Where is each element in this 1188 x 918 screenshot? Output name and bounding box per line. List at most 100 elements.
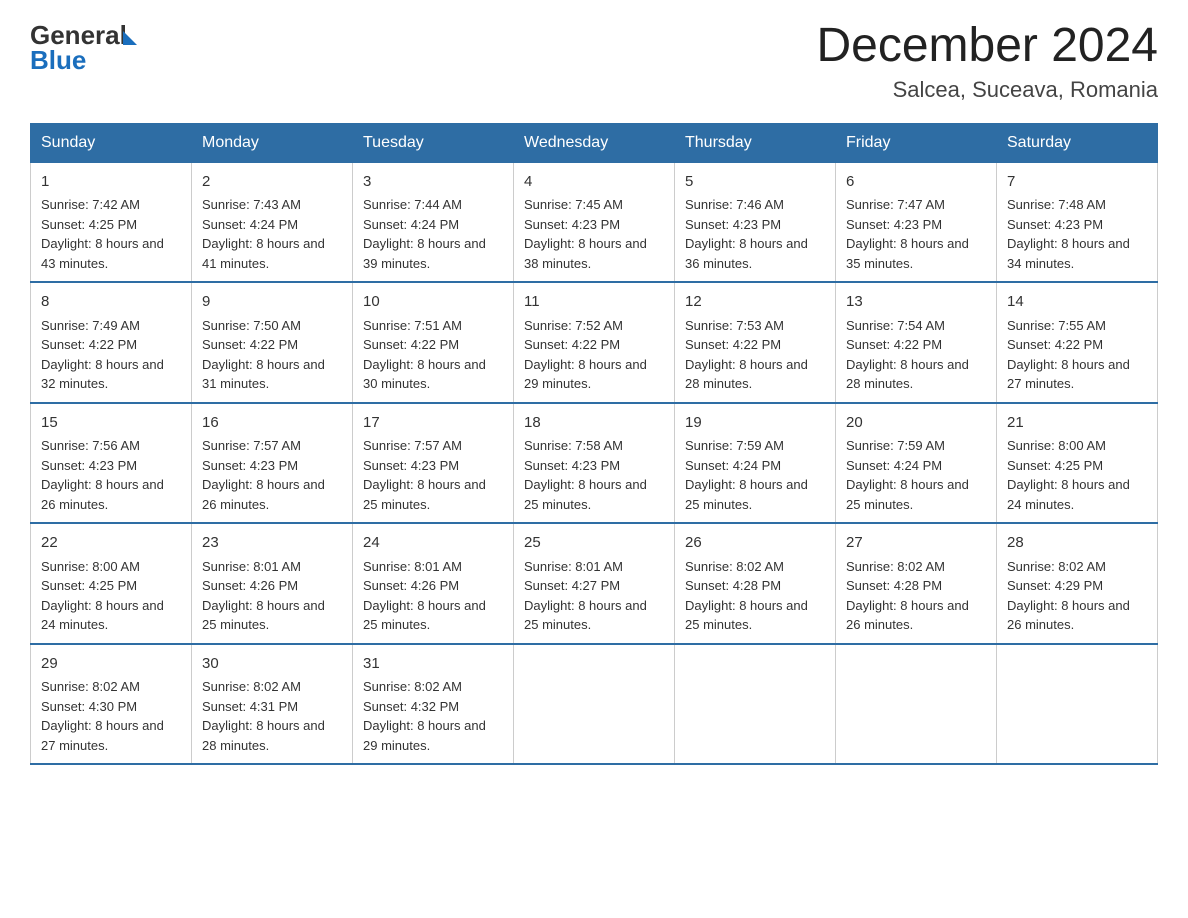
day-info: Sunrise: 7:50 AMSunset: 4:22 PMDaylight:…	[202, 316, 342, 394]
day-info: Sunrise: 7:49 AMSunset: 4:22 PMDaylight:…	[41, 316, 181, 394]
logo: General Blue	[30, 20, 137, 76]
day-cell: 18 Sunrise: 7:58 AMSunset: 4:23 PMDaylig…	[514, 403, 675, 524]
day-number: 21	[1007, 412, 1147, 435]
day-cell: 3 Sunrise: 7:44 AMSunset: 4:24 PMDayligh…	[353, 162, 514, 282]
day-cell: 10 Sunrise: 7:51 AMSunset: 4:22 PMDaylig…	[353, 282, 514, 403]
day-info: Sunrise: 7:59 AMSunset: 4:24 PMDaylight:…	[846, 436, 986, 514]
day-info: Sunrise: 8:01 AMSunset: 4:27 PMDaylight:…	[524, 557, 664, 635]
day-cell: 20 Sunrise: 7:59 AMSunset: 4:24 PMDaylig…	[836, 403, 997, 524]
day-info: Sunrise: 7:48 AMSunset: 4:23 PMDaylight:…	[1007, 195, 1147, 273]
day-cell: 1 Sunrise: 7:42 AMSunset: 4:25 PMDayligh…	[31, 162, 192, 282]
calendar-body: 1 Sunrise: 7:42 AMSunset: 4:25 PMDayligh…	[31, 162, 1158, 764]
day-cell: 2 Sunrise: 7:43 AMSunset: 4:24 PMDayligh…	[192, 162, 353, 282]
day-number: 30	[202, 653, 342, 676]
day-cell: 6 Sunrise: 7:47 AMSunset: 4:23 PMDayligh…	[836, 162, 997, 282]
day-info: Sunrise: 7:58 AMSunset: 4:23 PMDaylight:…	[524, 436, 664, 514]
page-header: General Blue December 2024 Salcea, Sucea…	[30, 20, 1158, 103]
column-header-thursday: Thursday	[675, 123, 836, 162]
day-number: 6	[846, 171, 986, 194]
day-info: Sunrise: 7:47 AMSunset: 4:23 PMDaylight:…	[846, 195, 986, 273]
day-info: Sunrise: 7:43 AMSunset: 4:24 PMDaylight:…	[202, 195, 342, 273]
day-number: 25	[524, 532, 664, 555]
day-cell: 12 Sunrise: 7:53 AMSunset: 4:22 PMDaylig…	[675, 282, 836, 403]
day-info: Sunrise: 7:55 AMSunset: 4:22 PMDaylight:…	[1007, 316, 1147, 394]
week-row-4: 22 Sunrise: 8:00 AMSunset: 4:25 PMDaylig…	[31, 523, 1158, 644]
day-cell: 14 Sunrise: 7:55 AMSunset: 4:22 PMDaylig…	[997, 282, 1158, 403]
column-header-wednesday: Wednesday	[514, 123, 675, 162]
day-cell	[514, 644, 675, 765]
day-info: Sunrise: 7:51 AMSunset: 4:22 PMDaylight:…	[363, 316, 503, 394]
day-cell: 22 Sunrise: 8:00 AMSunset: 4:25 PMDaylig…	[31, 523, 192, 644]
day-info: Sunrise: 7:57 AMSunset: 4:23 PMDaylight:…	[202, 436, 342, 514]
day-info: Sunrise: 8:00 AMSunset: 4:25 PMDaylight:…	[1007, 436, 1147, 514]
day-number: 4	[524, 171, 664, 194]
day-number: 10	[363, 291, 503, 314]
day-info: Sunrise: 8:02 AMSunset: 4:31 PMDaylight:…	[202, 677, 342, 755]
day-number: 15	[41, 412, 181, 435]
day-cell: 27 Sunrise: 8:02 AMSunset: 4:28 PMDaylig…	[836, 523, 997, 644]
day-cell: 5 Sunrise: 7:46 AMSunset: 4:23 PMDayligh…	[675, 162, 836, 282]
day-number: 27	[846, 532, 986, 555]
logo-triangle-icon	[123, 31, 137, 45]
day-cell: 28 Sunrise: 8:02 AMSunset: 4:29 PMDaylig…	[997, 523, 1158, 644]
day-cell: 11 Sunrise: 7:52 AMSunset: 4:22 PMDaylig…	[514, 282, 675, 403]
day-number: 13	[846, 291, 986, 314]
day-number: 2	[202, 171, 342, 194]
day-cell: 31 Sunrise: 8:02 AMSunset: 4:32 PMDaylig…	[353, 644, 514, 765]
location-subtitle: Salcea, Suceava, Romania	[816, 77, 1158, 103]
day-number: 16	[202, 412, 342, 435]
day-number: 17	[363, 412, 503, 435]
day-info: Sunrise: 7:45 AMSunset: 4:23 PMDaylight:…	[524, 195, 664, 273]
day-info: Sunrise: 8:02 AMSunset: 4:28 PMDaylight:…	[685, 557, 825, 635]
day-number: 26	[685, 532, 825, 555]
day-number: 29	[41, 653, 181, 676]
day-info: Sunrise: 8:00 AMSunset: 4:25 PMDaylight:…	[41, 557, 181, 635]
day-number: 5	[685, 171, 825, 194]
day-cell: 24 Sunrise: 8:01 AMSunset: 4:26 PMDaylig…	[353, 523, 514, 644]
day-cell: 26 Sunrise: 8:02 AMSunset: 4:28 PMDaylig…	[675, 523, 836, 644]
column-header-tuesday: Tuesday	[353, 123, 514, 162]
day-number: 8	[41, 291, 181, 314]
day-cell	[836, 644, 997, 765]
day-info: Sunrise: 7:59 AMSunset: 4:24 PMDaylight:…	[685, 436, 825, 514]
day-info: Sunrise: 7:42 AMSunset: 4:25 PMDaylight:…	[41, 195, 181, 273]
column-header-saturday: Saturday	[997, 123, 1158, 162]
day-cell: 19 Sunrise: 7:59 AMSunset: 4:24 PMDaylig…	[675, 403, 836, 524]
day-info: Sunrise: 8:02 AMSunset: 4:29 PMDaylight:…	[1007, 557, 1147, 635]
day-number: 12	[685, 291, 825, 314]
day-number: 23	[202, 532, 342, 555]
week-row-1: 1 Sunrise: 7:42 AMSunset: 4:25 PMDayligh…	[31, 162, 1158, 282]
day-info: Sunrise: 7:44 AMSunset: 4:24 PMDaylight:…	[363, 195, 503, 273]
month-title: December 2024	[816, 20, 1158, 73]
day-cell	[675, 644, 836, 765]
day-number: 20	[846, 412, 986, 435]
day-cell: 23 Sunrise: 8:01 AMSunset: 4:26 PMDaylig…	[192, 523, 353, 644]
day-info: Sunrise: 8:02 AMSunset: 4:28 PMDaylight:…	[846, 557, 986, 635]
day-number: 7	[1007, 171, 1147, 194]
day-info: Sunrise: 7:57 AMSunset: 4:23 PMDaylight:…	[363, 436, 503, 514]
day-cell: 9 Sunrise: 7:50 AMSunset: 4:22 PMDayligh…	[192, 282, 353, 403]
day-cell: 4 Sunrise: 7:45 AMSunset: 4:23 PMDayligh…	[514, 162, 675, 282]
week-row-5: 29 Sunrise: 8:02 AMSunset: 4:30 PMDaylig…	[31, 644, 1158, 765]
day-cell: 16 Sunrise: 7:57 AMSunset: 4:23 PMDaylig…	[192, 403, 353, 524]
calendar-table: SundayMondayTuesdayWednesdayThursdayFrid…	[30, 123, 1158, 766]
day-info: Sunrise: 7:56 AMSunset: 4:23 PMDaylight:…	[41, 436, 181, 514]
day-cell	[997, 644, 1158, 765]
day-number: 31	[363, 653, 503, 676]
day-cell: 29 Sunrise: 8:02 AMSunset: 4:30 PMDaylig…	[31, 644, 192, 765]
day-info: Sunrise: 8:01 AMSunset: 4:26 PMDaylight:…	[202, 557, 342, 635]
day-number: 14	[1007, 291, 1147, 314]
column-header-friday: Friday	[836, 123, 997, 162]
day-info: Sunrise: 8:02 AMSunset: 4:32 PMDaylight:…	[363, 677, 503, 755]
day-info: Sunrise: 8:02 AMSunset: 4:30 PMDaylight:…	[41, 677, 181, 755]
day-info: Sunrise: 7:53 AMSunset: 4:22 PMDaylight:…	[685, 316, 825, 394]
day-cell: 7 Sunrise: 7:48 AMSunset: 4:23 PMDayligh…	[997, 162, 1158, 282]
day-number: 18	[524, 412, 664, 435]
column-header-sunday: Sunday	[31, 123, 192, 162]
day-info: Sunrise: 7:46 AMSunset: 4:23 PMDaylight:…	[685, 195, 825, 273]
day-cell: 13 Sunrise: 7:54 AMSunset: 4:22 PMDaylig…	[836, 282, 997, 403]
day-number: 19	[685, 412, 825, 435]
day-cell: 25 Sunrise: 8:01 AMSunset: 4:27 PMDaylig…	[514, 523, 675, 644]
day-number: 1	[41, 171, 181, 194]
logo-blue-text: Blue	[30, 45, 137, 76]
